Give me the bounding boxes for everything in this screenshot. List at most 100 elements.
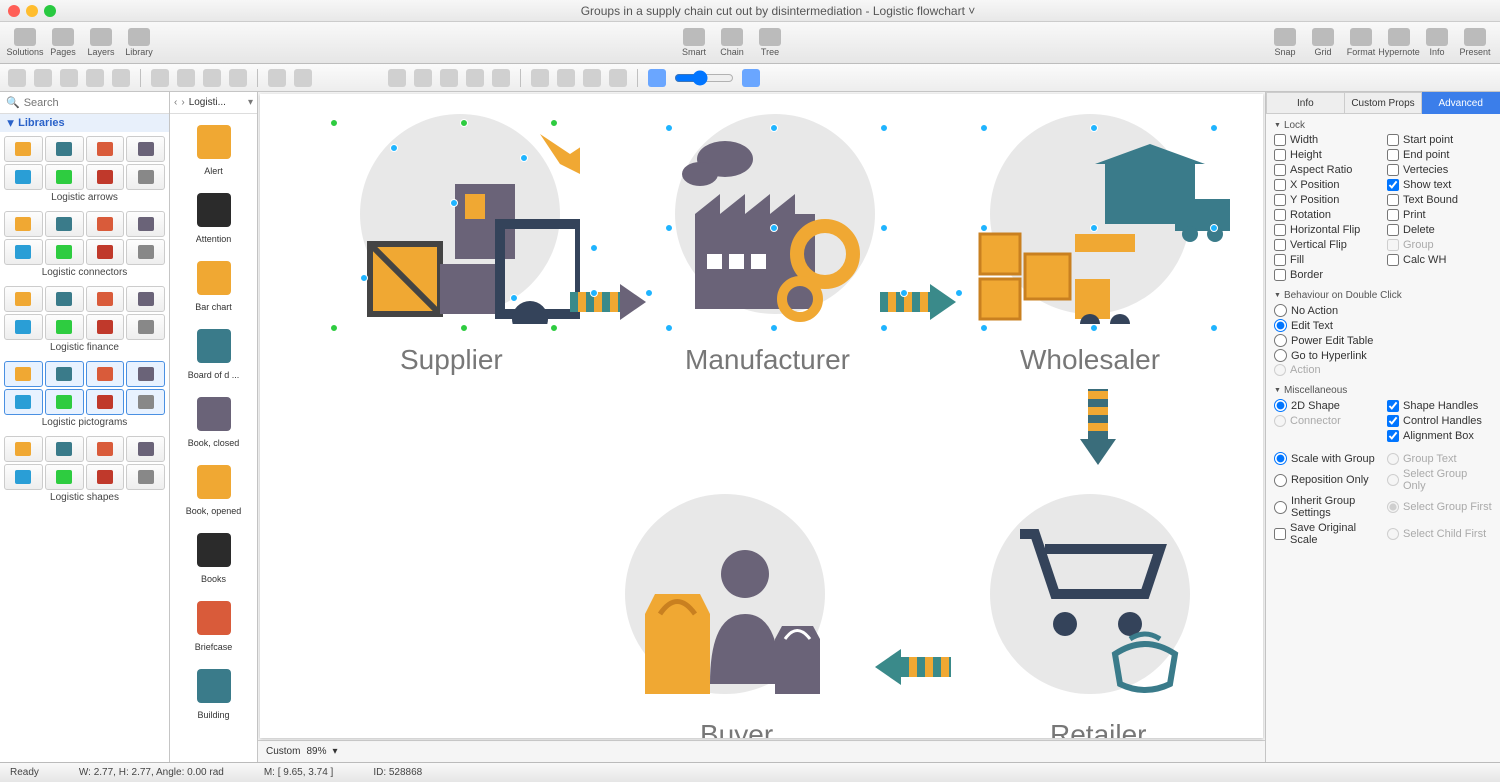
selection-handle[interactable] — [450, 199, 458, 207]
checkbox[interactable] — [1387, 149, 1399, 161]
radio[interactable] — [1274, 304, 1287, 317]
behaviour-noaction[interactable]: No Action — [1274, 303, 1492, 318]
lock-vertecies[interactable]: Vertecies — [1387, 163, 1492, 177]
nav-menu-icon[interactable]: ▾ — [248, 97, 253, 108]
grid-button[interactable]: Grid — [1304, 24, 1342, 62]
zoom-slider[interactable] — [674, 70, 734, 86]
selection-handle[interactable] — [590, 244, 598, 252]
scale-saveorig[interactable]: Save Original Scale — [1274, 521, 1379, 547]
lib-cell[interactable] — [86, 436, 125, 462]
manufacturer-label[interactable]: Manufacturer — [685, 344, 850, 376]
pointer-tool-icon[interactable] — [8, 69, 26, 87]
behaviour-poweredit[interactable]: Power Edit Table — [1274, 333, 1492, 348]
lib-cell[interactable] — [126, 314, 165, 340]
pages-button[interactable]: Pages — [44, 24, 82, 62]
nav-back-icon[interactable]: ‹ — [174, 97, 177, 108]
close-icon[interactable] — [8, 5, 20, 17]
lib-cell[interactable] — [126, 464, 165, 490]
checkbox[interactable] — [1274, 239, 1286, 251]
radio[interactable] — [1274, 319, 1287, 332]
ungroup-icon[interactable] — [492, 69, 510, 87]
lib-cell[interactable] — [86, 164, 125, 190]
lib-cell[interactable] — [4, 389, 43, 415]
tree-button[interactable]: Tree — [751, 24, 789, 62]
rect-tool-icon[interactable] — [60, 69, 78, 87]
selection-handle[interactable] — [665, 224, 673, 232]
misc-section-header[interactable]: Miscellaneous — [1274, 383, 1492, 398]
shape-building[interactable]: Building — [170, 658, 257, 726]
checkbox[interactable] — [1387, 134, 1399, 146]
lock-hflip[interactable]: Horizontal Flip — [1274, 223, 1379, 237]
checkbox[interactable] — [1387, 254, 1399, 266]
shape-briefcase[interactable]: Briefcase — [170, 590, 257, 658]
checkbox[interactable] — [1274, 254, 1286, 266]
select-tool-icon[interactable] — [34, 69, 52, 87]
radio[interactable] — [1274, 501, 1287, 514]
library-button[interactable]: Library — [120, 24, 158, 62]
zoom-mode[interactable]: Custom — [266, 746, 300, 757]
breadcrumb-label[interactable]: Logisti... — [189, 97, 244, 108]
group-icon[interactable] — [466, 69, 484, 87]
lib-cell[interactable] — [45, 211, 84, 237]
lib-cell[interactable] — [4, 211, 43, 237]
selection-handle[interactable] — [770, 324, 778, 332]
checkbox[interactable] — [1274, 528, 1286, 540]
selection-handle[interactable] — [330, 324, 338, 332]
lib-cell[interactable] — [45, 361, 84, 387]
lib-cell[interactable] — [86, 464, 125, 490]
selection-handle[interactable] — [360, 274, 368, 282]
insert-tool-icon[interactable] — [294, 69, 312, 87]
libraries-header[interactable]: Libraries — [0, 114, 169, 132]
selection-handle[interactable] — [665, 324, 673, 332]
lib-cell[interactable] — [4, 286, 43, 312]
tab-custom-props[interactable]: Custom Props — [1345, 92, 1423, 114]
present-button[interactable]: Present — [1456, 24, 1494, 62]
radio[interactable] — [1274, 334, 1287, 347]
lib-cell[interactable] — [126, 239, 165, 265]
selection-handle[interactable] — [770, 224, 778, 232]
canvas[interactable]: Supplier Manufacturer — [260, 94, 1263, 738]
lock-textbound[interactable]: Text Bound — [1387, 193, 1492, 207]
pin-icon[interactable] — [609, 69, 627, 87]
lock-startpoint[interactable]: Start point — [1387, 133, 1492, 147]
tab-advanced[interactable]: Advanced — [1422, 92, 1500, 114]
lib-cell[interactable] — [45, 314, 84, 340]
line-tool-icon[interactable] — [151, 69, 169, 87]
lib-cell[interactable] — [45, 136, 84, 162]
lib-cell[interactable] — [45, 436, 84, 462]
curve-tool-icon[interactable] — [203, 69, 221, 87]
lock-aspect[interactable]: Aspect Ratio — [1274, 163, 1379, 177]
supplier-label[interactable]: Supplier — [400, 344, 503, 376]
lib-cell[interactable] — [45, 286, 84, 312]
lock-rotation[interactable]: Rotation — [1274, 208, 1379, 222]
lib-cell[interactable] — [45, 239, 84, 265]
chain-button[interactable]: Chain — [713, 24, 751, 62]
lib-cell[interactable] — [86, 389, 125, 415]
checkbox[interactable] — [1274, 134, 1286, 146]
selection-handle[interactable] — [390, 144, 398, 152]
eyedropper-icon[interactable] — [583, 69, 601, 87]
lib-cell[interactable] — [86, 136, 125, 162]
crop-tool-icon[interactable] — [268, 69, 286, 87]
radio[interactable] — [1274, 474, 1287, 487]
smart-button[interactable]: Smart — [675, 24, 713, 62]
buyer-icon[interactable] — [625, 524, 845, 704]
lock-showtext[interactable]: Show text — [1387, 178, 1492, 192]
manufacturer-icon[interactable] — [665, 124, 895, 324]
retailer-icon[interactable] — [995, 524, 1205, 694]
lock-xpos[interactable]: X Position — [1274, 178, 1379, 192]
checkbox[interactable] — [1387, 224, 1399, 236]
shape-book-closed[interactable]: Book, closed — [170, 386, 257, 454]
selection-handle[interactable] — [980, 224, 988, 232]
lib-cell[interactable] — [126, 164, 165, 190]
selection-handle[interactable] — [900, 289, 908, 297]
arrow-retailer-buyer[interactable] — [875, 649, 951, 685]
lib-cell[interactable] — [86, 314, 125, 340]
lib-cell[interactable] — [4, 164, 43, 190]
selection-handle[interactable] — [330, 119, 338, 127]
lib-cell[interactable] — [126, 286, 165, 312]
shape-alert[interactable]: Alert — [170, 114, 257, 182]
checkbox[interactable] — [1387, 194, 1399, 206]
lib-cell[interactable] — [4, 314, 43, 340]
selection-handle[interactable] — [1090, 324, 1098, 332]
